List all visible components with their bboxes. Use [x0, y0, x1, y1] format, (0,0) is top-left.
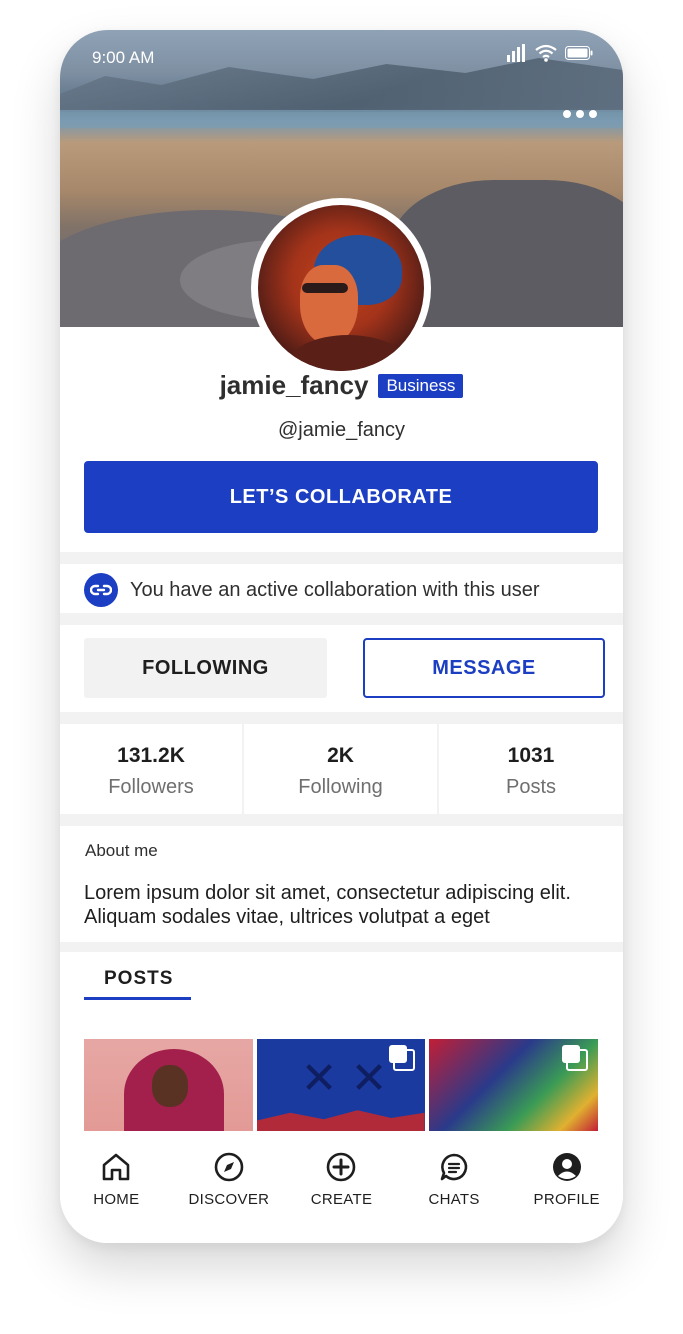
tab-label: DISCOVER [188, 1191, 270, 1208]
stat-label: Followers [108, 776, 194, 798]
home-icon [102, 1153, 130, 1181]
about-title: About me [85, 841, 158, 860]
business-badge: Business [378, 373, 464, 398]
post-thumbnail[interactable]: ✕ ✕ [256, 1039, 426, 1131]
multiple-images-icon [562, 1045, 589, 1071]
stat-value: 2K [327, 744, 354, 767]
tab-home[interactable]: HOME [60, 1131, 173, 1243]
tab-posts-indicator [84, 997, 191, 1000]
tab-discover[interactable]: DISCOVER [173, 1131, 286, 1243]
wifi-icon [535, 44, 557, 62]
divider [60, 613, 623, 625]
message-button[interactable]: MESSAGE [363, 638, 605, 698]
about-text: Lorem ipsum dolor sit amet, consectetur … [84, 882, 571, 928]
stat-label: Posts [505, 776, 557, 798]
profile-stats: 131.2K Followers 2K Following 1031 Posts [60, 724, 623, 814]
stat-following[interactable]: 2K Following [244, 724, 439, 814]
collaboration-notice: You have an active collaboration with th… [84, 573, 540, 607]
profile-handle: @jamie_fancy [277, 419, 406, 441]
multiple-images-icon [389, 1045, 416, 1071]
divider [60, 942, 623, 952]
compass-icon [214, 1152, 244, 1182]
user-circle-icon [552, 1153, 581, 1181]
tab-create[interactable]: CREATE [285, 1131, 398, 1243]
collaboration-notice-text: You have an active collaboration with th… [130, 578, 540, 601]
posts-grid: ✕ ✕ [84, 1039, 599, 1131]
plus-circle-icon [327, 1152, 356, 1182]
stat-label: Following [298, 776, 383, 798]
post-thumbnail[interactable] [84, 1039, 253, 1131]
tab-label: HOME [93, 1191, 140, 1208]
collaboration-link-icon [84, 573, 118, 607]
more-options-icon[interactable] [563, 110, 597, 118]
tab-profile[interactable]: PROFILE [510, 1131, 623, 1243]
collaborate-button[interactable]: LET’S COLLABORATE [84, 461, 598, 533]
tab-label: CREATE [310, 1191, 373, 1208]
divider [60, 814, 623, 826]
divider [60, 552, 623, 564]
stat-followers[interactable]: 131.2K Followers [60, 724, 244, 814]
stat-value: 1031 [507, 744, 555, 767]
tab-chats[interactable]: CHATS [398, 1131, 511, 1243]
following-button[interactable]: FOLLOWING [84, 638, 327, 698]
status-time: 9:00 AM [92, 48, 155, 67]
status-icons [507, 44, 593, 62]
signal-icon [507, 44, 525, 62]
tab-label: CHATS [428, 1191, 480, 1208]
divider [60, 712, 623, 724]
stat-posts[interactable]: 1031 Posts [439, 724, 623, 814]
post-thumbnail[interactable] [429, 1039, 599, 1131]
tab-posts[interactable]: POSTS [104, 968, 173, 990]
phone-frame: 9:00 AM jamie_fancy Business @jamie_fanc… [60, 30, 623, 1243]
battery-icon [565, 46, 593, 60]
bottom-tab-bar: HOME DISCOVER CREATE CHATS PROFILE [60, 1131, 623, 1243]
stat-value: 131.2K [117, 744, 185, 767]
avatar[interactable] [251, 198, 431, 378]
tab-label: PROFILE [533, 1191, 600, 1208]
chat-icon [440, 1153, 468, 1181]
